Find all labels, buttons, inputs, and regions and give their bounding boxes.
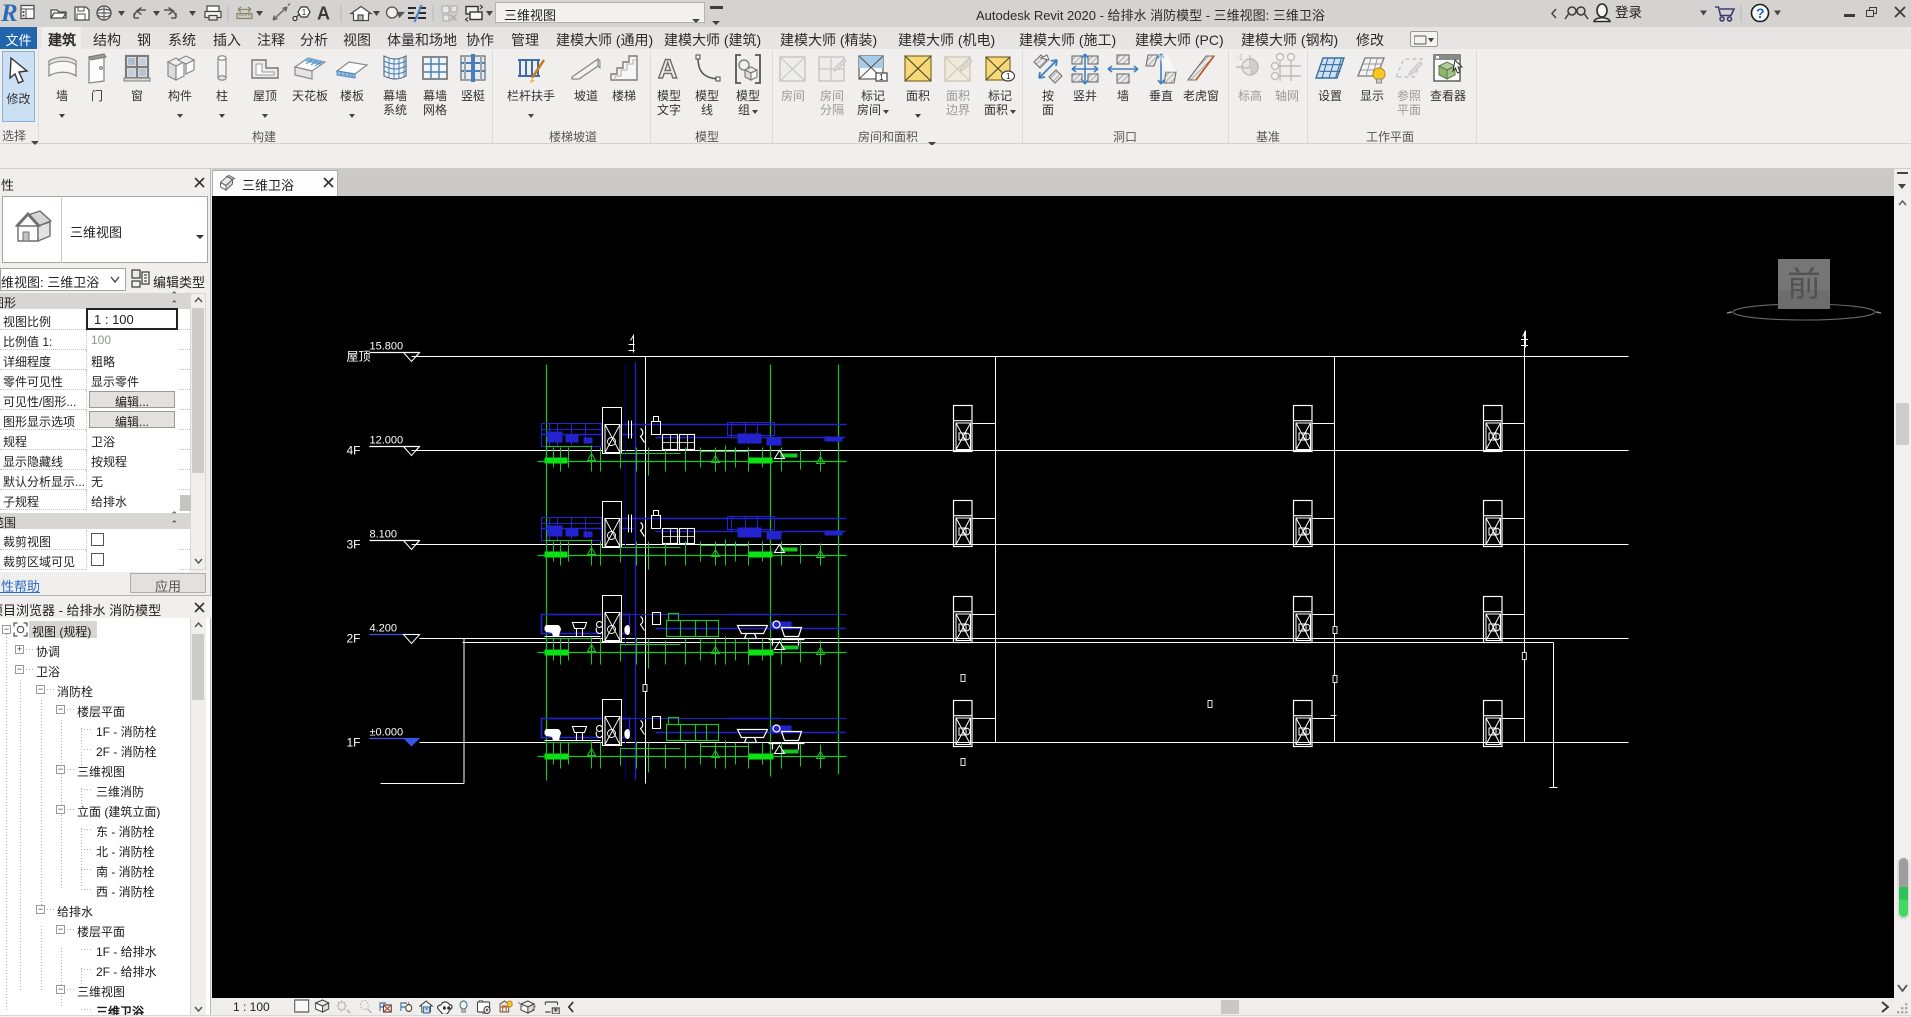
svg-text:15.800: 15.800: [370, 341, 404, 353]
svg-text:2F: 2F: [347, 632, 361, 646]
svg-text:4.200: 4.200: [370, 623, 398, 635]
svg-text:屋顶: 屋顶: [347, 350, 371, 364]
svg-text:12.000: 12.000: [370, 435, 404, 447]
svg-text:8.100: 8.100: [370, 529, 398, 541]
svg-text:1F: 1F: [347, 736, 361, 750]
svg-text:A: A: [658, 54, 678, 84]
svg-text:-1: -1: [1236, 53, 1244, 62]
svg-text:1: 1: [1006, 72, 1011, 81]
svg-text:±0.000: ±0.000: [370, 727, 404, 739]
svg-text:1: 1: [302, 8, 307, 17]
svg-text:前: 前: [1787, 266, 1821, 304]
svg-text:3F: 3F: [347, 538, 361, 552]
svg-text:登录: 登录: [1615, 5, 1642, 20]
svg-text:A: A: [317, 4, 330, 24]
svg-text:1: 1: [879, 73, 884, 82]
svg-text:?: ?: [1756, 5, 1765, 21]
svg-text:4F: 4F: [347, 444, 361, 458]
